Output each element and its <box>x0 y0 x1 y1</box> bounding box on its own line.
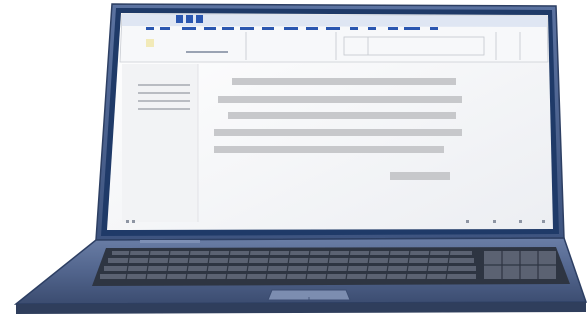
laptop-scene <box>0 0 588 322</box>
text-line <box>218 96 462 103</box>
text-line <box>214 129 462 136</box>
window-control-icon <box>196 15 203 23</box>
window-control-icon <box>176 15 183 23</box>
title-bar <box>122 14 547 27</box>
base-front-edge <box>16 302 586 314</box>
text-line <box>232 78 456 85</box>
navigation-pane <box>122 64 198 222</box>
menu-tabs <box>146 27 438 30</box>
window-control-icon <box>186 15 193 23</box>
laptop-illustration <box>13 3 588 314</box>
text-line <box>390 172 450 180</box>
text-line <box>228 112 456 119</box>
text-line <box>214 146 444 153</box>
ribbon-label <box>186 51 228 53</box>
app-logo-icon <box>146 39 154 47</box>
hinge <box>140 240 200 243</box>
